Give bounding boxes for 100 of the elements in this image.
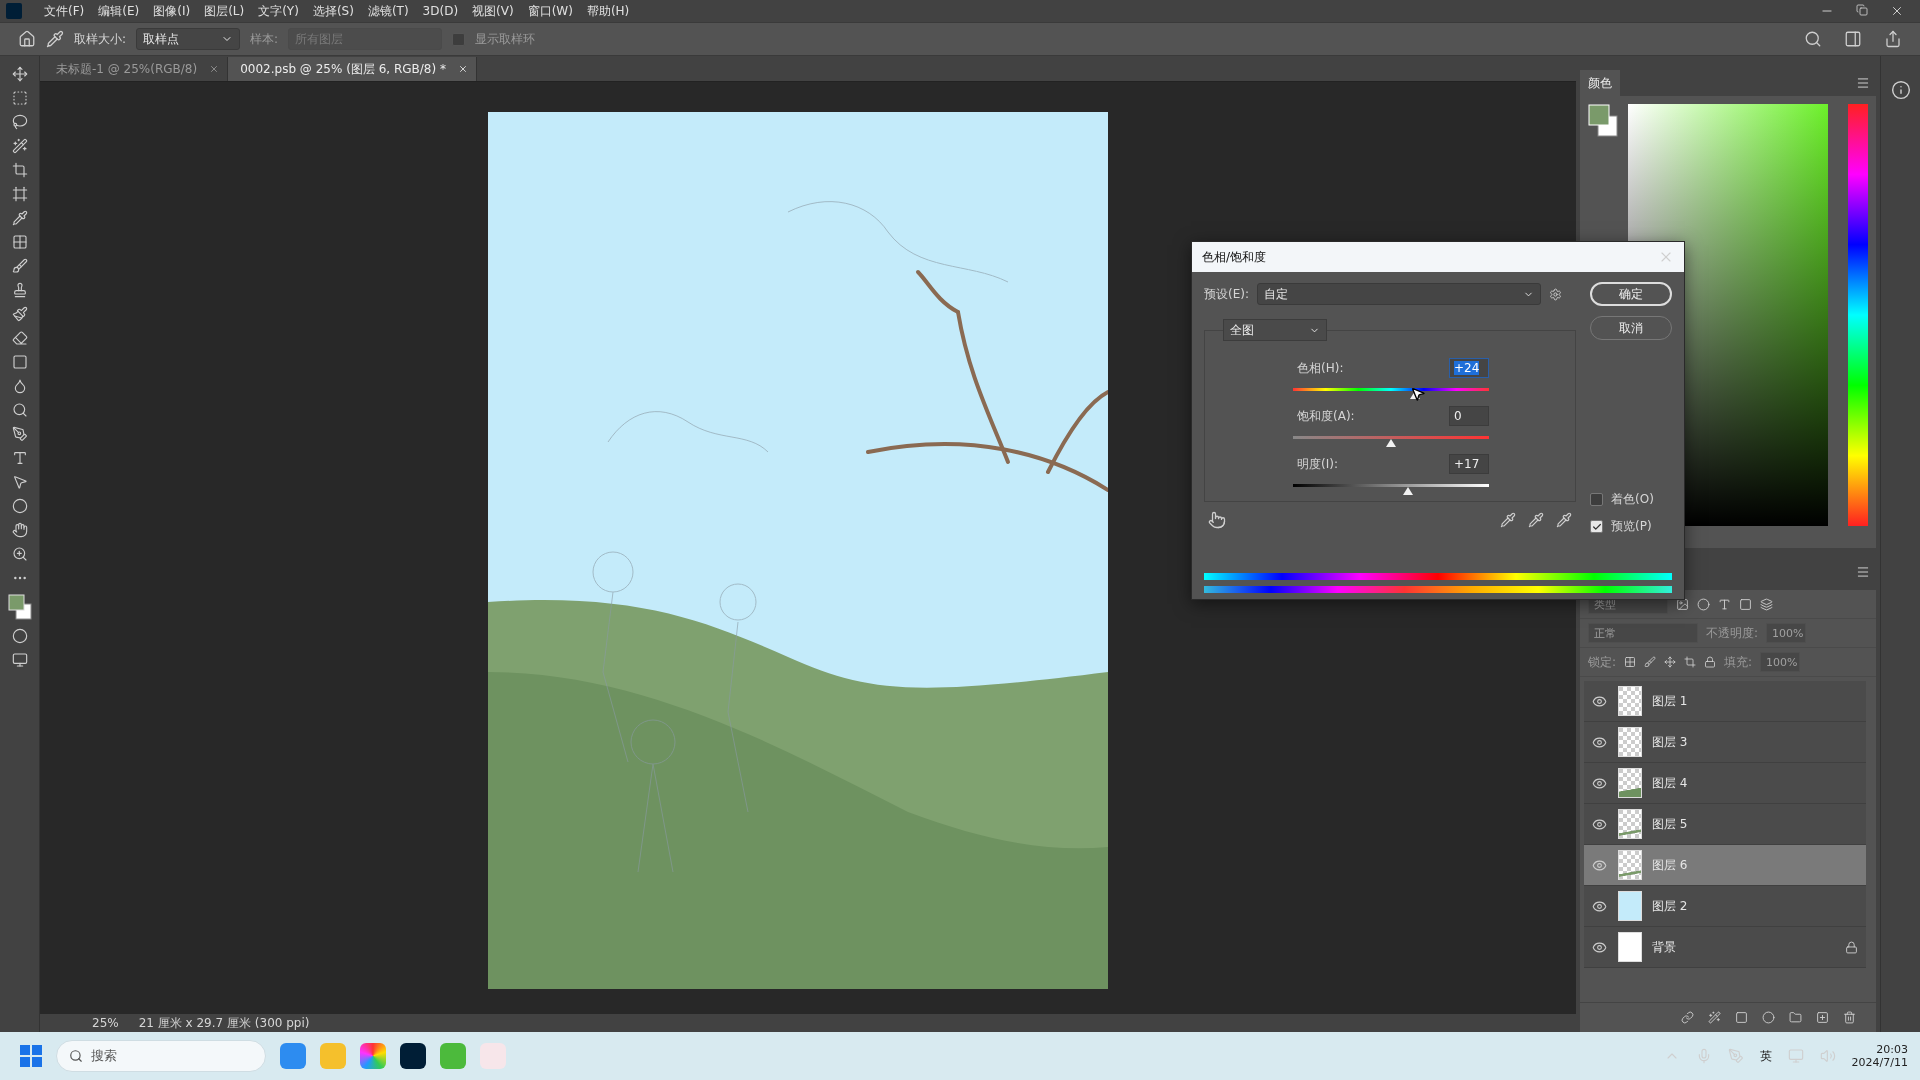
- brush-icon[interactable]: [11, 258, 28, 274]
- history-brush-icon[interactable]: [11, 306, 28, 322]
- menu-item[interactable]: 文件(F): [38, 2, 91, 20]
- color-swatches-icon[interactable]: [1588, 104, 1618, 138]
- eyedropper-icon[interactable]: [11, 210, 28, 226]
- hand-adjust-icon[interactable]: [1208, 511, 1226, 529]
- panel-menu-icon[interactable]: [1856, 76, 1870, 90]
- eye-icon[interactable]: [1592, 734, 1607, 750]
- panel-menu-icon[interactable]: [1856, 565, 1870, 579]
- crop-icon[interactable]: [1684, 656, 1697, 668]
- slider-thumb[interactable]: [1386, 439, 1396, 447]
- hand-icon[interactable]: [11, 522, 28, 538]
- color-swatches-icon[interactable]: [7, 594, 32, 620]
- type-icon[interactable]: [1718, 597, 1731, 611]
- pen-icon[interactable]: [11, 426, 28, 442]
- layer-row[interactable]: 图层 5: [1584, 804, 1866, 845]
- eye-icon[interactable]: [1592, 775, 1607, 791]
- eye-icon[interactable]: [1592, 693, 1607, 709]
- zoom-icon[interactable]: [11, 546, 28, 562]
- eyedropper-plus-icon[interactable]: [1528, 512, 1544, 528]
- type-icon[interactable]: [11, 450, 28, 466]
- menu-item[interactable]: 窗口(W): [521, 2, 579, 20]
- menu-item[interactable]: 帮助(H): [580, 2, 636, 20]
- eye-icon[interactable]: [1592, 816, 1607, 832]
- share-icon[interactable]: [1884, 30, 1902, 48]
- eye-icon[interactable]: [1592, 898, 1607, 914]
- shape-icon[interactable]: [1739, 597, 1752, 611]
- menu-item[interactable]: 图层(L): [198, 2, 251, 20]
- close-icon[interactable]: [457, 64, 468, 74]
- eye-icon[interactable]: [1592, 857, 1607, 873]
- value-field[interactable]: 0: [1449, 406, 1489, 426]
- show-ring-label: 显示取样环: [475, 30, 536, 48]
- move-icon[interactable]: [11, 66, 28, 82]
- slider-thumb[interactable]: [1402, 487, 1413, 495]
- eyedropper-icon[interactable]: [46, 30, 64, 48]
- menu-item[interactable]: 选择(S): [306, 2, 360, 20]
- eyedropper-icon[interactable]: [1500, 512, 1516, 528]
- menu-item[interactable]: 3D(D): [416, 4, 465, 18]
- close-icon[interactable]: [209, 64, 220, 74]
- link-icon[interactable]: [1681, 1011, 1694, 1024]
- dialog-button[interactable]: 取消: [1590, 316, 1672, 340]
- close-icon[interactable]: [1890, 4, 1904, 18]
- range-select[interactable]: 全图: [1223, 319, 1327, 341]
- eraser-icon[interactable]: [11, 330, 28, 346]
- layer-row[interactable]: 图层 4: [1584, 763, 1866, 804]
- crop-icon[interactable]: [11, 162, 28, 178]
- frame-icon[interactable]: [11, 186, 28, 202]
- lock-icon[interactable]: [1845, 940, 1858, 954]
- panel-layout-icon[interactable]: [1844, 30, 1862, 48]
- blend-mode-select[interactable]: 正常: [1588, 623, 1698, 643]
- settings-icon[interactable]: [1549, 287, 1562, 301]
- menu-item[interactable]: 编辑(E): [92, 2, 146, 20]
- mouse-pointer-icon: [1410, 386, 1426, 402]
- menu-item[interactable]: 滤镜(T): [361, 2, 415, 20]
- dialog-button[interactable]: 确定: [1590, 282, 1672, 306]
- new-layer-icon[interactable]: [1816, 1011, 1829, 1024]
- preset-select[interactable]: 自定: [1257, 283, 1541, 305]
- ellipse-icon[interactable]: [11, 498, 28, 514]
- hue-strip[interactable]: [1848, 104, 1868, 526]
- magic-wand-icon[interactable]: [11, 138, 28, 154]
- lasso-icon[interactable]: [11, 114, 28, 130]
- document-tab[interactable]: 0002.psb @ 25% (图层 6, RGB/8) *: [228, 57, 477, 81]
- path-selection-icon[interactable]: [11, 474, 28, 490]
- menu-item[interactable]: 图像(I): [147, 2, 197, 20]
- layer-row[interactable]: 背景: [1584, 927, 1866, 968]
- clock-time[interactable]: 20:03: [1876, 1043, 1908, 1056]
- trash-icon[interactable]: [1843, 1011, 1856, 1024]
- brush-icon[interactable]: [1644, 656, 1657, 668]
- menu-item[interactable]: 文字(Y): [252, 2, 305, 20]
- clock-date[interactable]: 2024/7/11: [1851, 1056, 1908, 1069]
- layer-row[interactable]: 图层 2: [1584, 886, 1866, 927]
- opacity-field[interactable]: 100%: [1766, 623, 1807, 643]
- checkbox[interactable]: [1590, 520, 1603, 533]
- move-icon[interactable]: [1664, 656, 1677, 668]
- zoom-level[interactable]: 25%: [92, 1016, 119, 1030]
- sample-size-select[interactable]: 取样点: [136, 28, 241, 50]
- stamp-icon[interactable]: [11, 282, 28, 298]
- folder-icon[interactable]: [1789, 1011, 1802, 1024]
- checkbox[interactable]: [1590, 493, 1603, 506]
- eye-icon[interactable]: [1592, 939, 1607, 955]
- search-icon[interactable]: [1804, 30, 1822, 48]
- layer-row[interactable]: 图层 6: [1584, 845, 1866, 886]
- value-field[interactable]: +24: [1449, 358, 1489, 378]
- value-field[interactable]: +17: [1449, 454, 1489, 474]
- image-icon[interactable]: [1676, 597, 1689, 611]
- layer-row[interactable]: 图层 3: [1584, 722, 1866, 763]
- marquee-icon[interactable]: [11, 90, 28, 106]
- input-method[interactable]: 英: [1759, 1047, 1772, 1065]
- taskbar-search-field[interactable]: 搜索: [56, 1040, 266, 1072]
- info-icon[interactable]: [1890, 80, 1911, 100]
- fill-field[interactable]: 100%: [1760, 652, 1801, 672]
- eyedropper-minus-icon[interactable]: [1556, 512, 1572, 528]
- start-icon[interactable]: [20, 1045, 42, 1067]
- restore-icon[interactable]: [1856, 4, 1868, 18]
- menu-item[interactable]: 视图(V): [466, 2, 520, 20]
- layer-row[interactable]: 图层 1: [1584, 681, 1866, 722]
- home-icon[interactable]: [18, 30, 36, 48]
- panel-tab[interactable]: 颜色: [1580, 70, 1620, 96]
- app-icon[interactable]: [400, 1043, 426, 1069]
- lock-icon[interactable]: [1704, 656, 1717, 668]
